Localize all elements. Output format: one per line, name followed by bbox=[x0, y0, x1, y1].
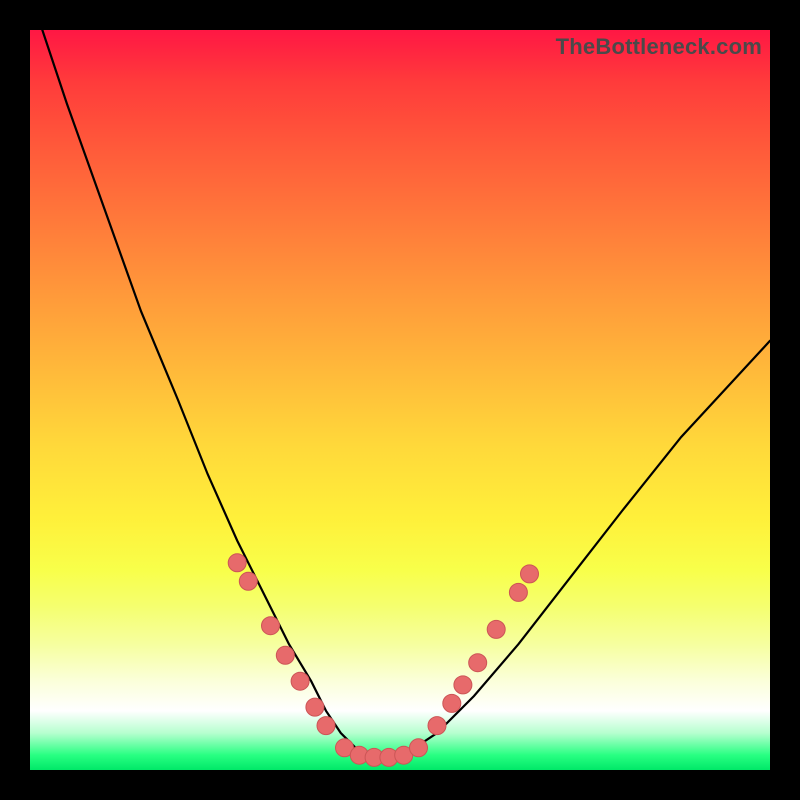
curve-marker-right bbox=[443, 694, 461, 712]
plot-area: TheBottleneck.com bbox=[30, 30, 770, 770]
curve-marker-left bbox=[276, 646, 294, 664]
marker-layer bbox=[228, 554, 538, 767]
curve-marker-left bbox=[239, 572, 257, 590]
bottleneck-curve-path bbox=[30, 30, 770, 755]
curve-marker-left bbox=[306, 698, 324, 716]
curve-marker-right bbox=[469, 654, 487, 672]
curve-marker-left bbox=[317, 717, 335, 735]
curve-marker-right bbox=[509, 583, 527, 601]
curve-marker-left bbox=[262, 617, 280, 635]
curve-marker-right bbox=[487, 620, 505, 638]
curve-svg bbox=[30, 30, 770, 770]
chart-frame: TheBottleneck.com bbox=[0, 0, 800, 800]
curve-marker-right bbox=[454, 676, 472, 694]
curve-marker-left bbox=[228, 554, 246, 572]
curve-marker-bottom bbox=[410, 739, 428, 757]
curve-marker-right bbox=[521, 565, 539, 583]
curve-marker-right bbox=[428, 717, 446, 735]
curve-marker-left bbox=[291, 672, 309, 690]
